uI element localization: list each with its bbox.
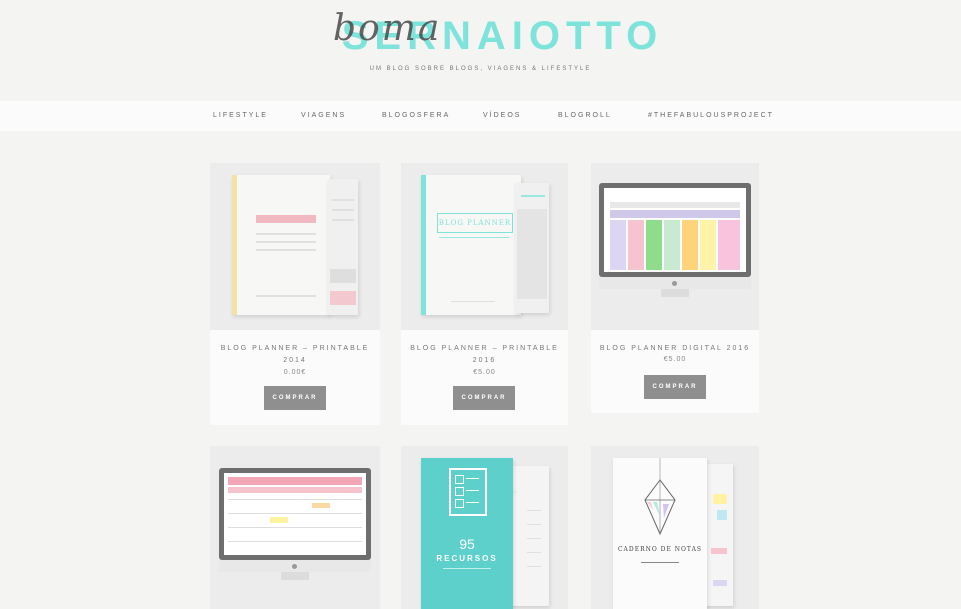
product-card: BLOG PLANNER BLOG PLANNER – PRINTABLE 20… xyxy=(401,163,568,425)
monitor-image xyxy=(599,183,751,277)
product-image[interactable] xyxy=(210,163,380,330)
nav-item-blogroll[interactable]: BLOGROLL xyxy=(558,112,612,119)
site-header: SERNAIOTTO boma UM BLOG SOBRE BLOGS, VIA… xyxy=(0,0,961,100)
resource-count: 95 xyxy=(459,536,475,552)
product-title[interactable]: BLOG PLANNER DIGITAL 2016 xyxy=(597,343,753,355)
monitor-image xyxy=(219,468,371,560)
product-price: €5.00 xyxy=(473,369,496,376)
planner-page-image xyxy=(328,179,358,315)
planner-page-image xyxy=(515,183,549,313)
resource-book-image: 95 RECURSOS xyxy=(421,458,513,609)
product-image[interactable] xyxy=(591,163,759,330)
product-price: €5.00 xyxy=(663,356,687,363)
logo-script-text: boma xyxy=(333,8,442,49)
nav-item-lifestyle[interactable]: LIFESTYLE xyxy=(213,112,268,119)
nav-item-blogosfera[interactable]: BLOGOSFERA xyxy=(382,112,450,119)
logo[interactable]: SERNAIOTTO xyxy=(0,14,961,59)
notebook-cover-image: CADERNO DE NOTAS xyxy=(613,458,707,609)
product-card: CADERNO DE NOTAS xyxy=(591,446,759,609)
nav-item-thefabulousproject[interactable]: #THEFABULOUSPROJECT xyxy=(648,112,774,119)
product-price: 0.00€ xyxy=(283,369,307,376)
product-card: SOS. 95 RECURSOS xyxy=(401,446,568,609)
product-card xyxy=(210,446,380,609)
book-cover-title: BLOG PLANNER xyxy=(437,213,513,233)
planner-book-image xyxy=(232,175,330,315)
planner-book-image: BLOG PLANNER xyxy=(421,175,521,315)
main-nav: LIFESTYLE VIAGENS BLOGOSFERA VÍDEOS BLOG… xyxy=(0,101,961,131)
notebook-title: CADERNO DE NOTAS xyxy=(617,546,703,553)
buy-button[interactable]: COMPRAR xyxy=(264,386,326,410)
nav-item-viagens[interactable]: VIAGENS xyxy=(301,112,346,119)
tagline: UM BLOG SOBRE BLOGS, VIAGENS & LIFESTYLE xyxy=(369,66,592,72)
buy-button[interactable]: COMPRAR xyxy=(644,375,706,399)
document-icon xyxy=(449,468,487,516)
product-title[interactable]: BLOG PLANNER – PRINTABLE 2016 xyxy=(407,343,562,367)
product-image[interactable] xyxy=(210,446,380,609)
product-card: BLOG PLANNER – PRINTABLE 2014 0.00€ COMP… xyxy=(210,163,380,425)
product-card: BLOG PLANNER DIGITAL 2016 €5.00 COMPRAR xyxy=(591,163,759,413)
diamond-illustration xyxy=(644,458,676,536)
product-image[interactable]: SOS. 95 RECURSOS xyxy=(401,446,568,609)
product-image[interactable]: CADERNO DE NOTAS xyxy=(591,446,759,609)
buy-button[interactable]: COMPRAR xyxy=(453,386,515,410)
product-image[interactable]: BLOG PLANNER xyxy=(401,163,568,330)
resource-label: RECURSOS xyxy=(436,554,498,563)
nav-item-videos[interactable]: VÍDEOS xyxy=(483,112,521,119)
product-title[interactable]: BLOG PLANNER – PRINTABLE 2014 xyxy=(216,343,374,367)
